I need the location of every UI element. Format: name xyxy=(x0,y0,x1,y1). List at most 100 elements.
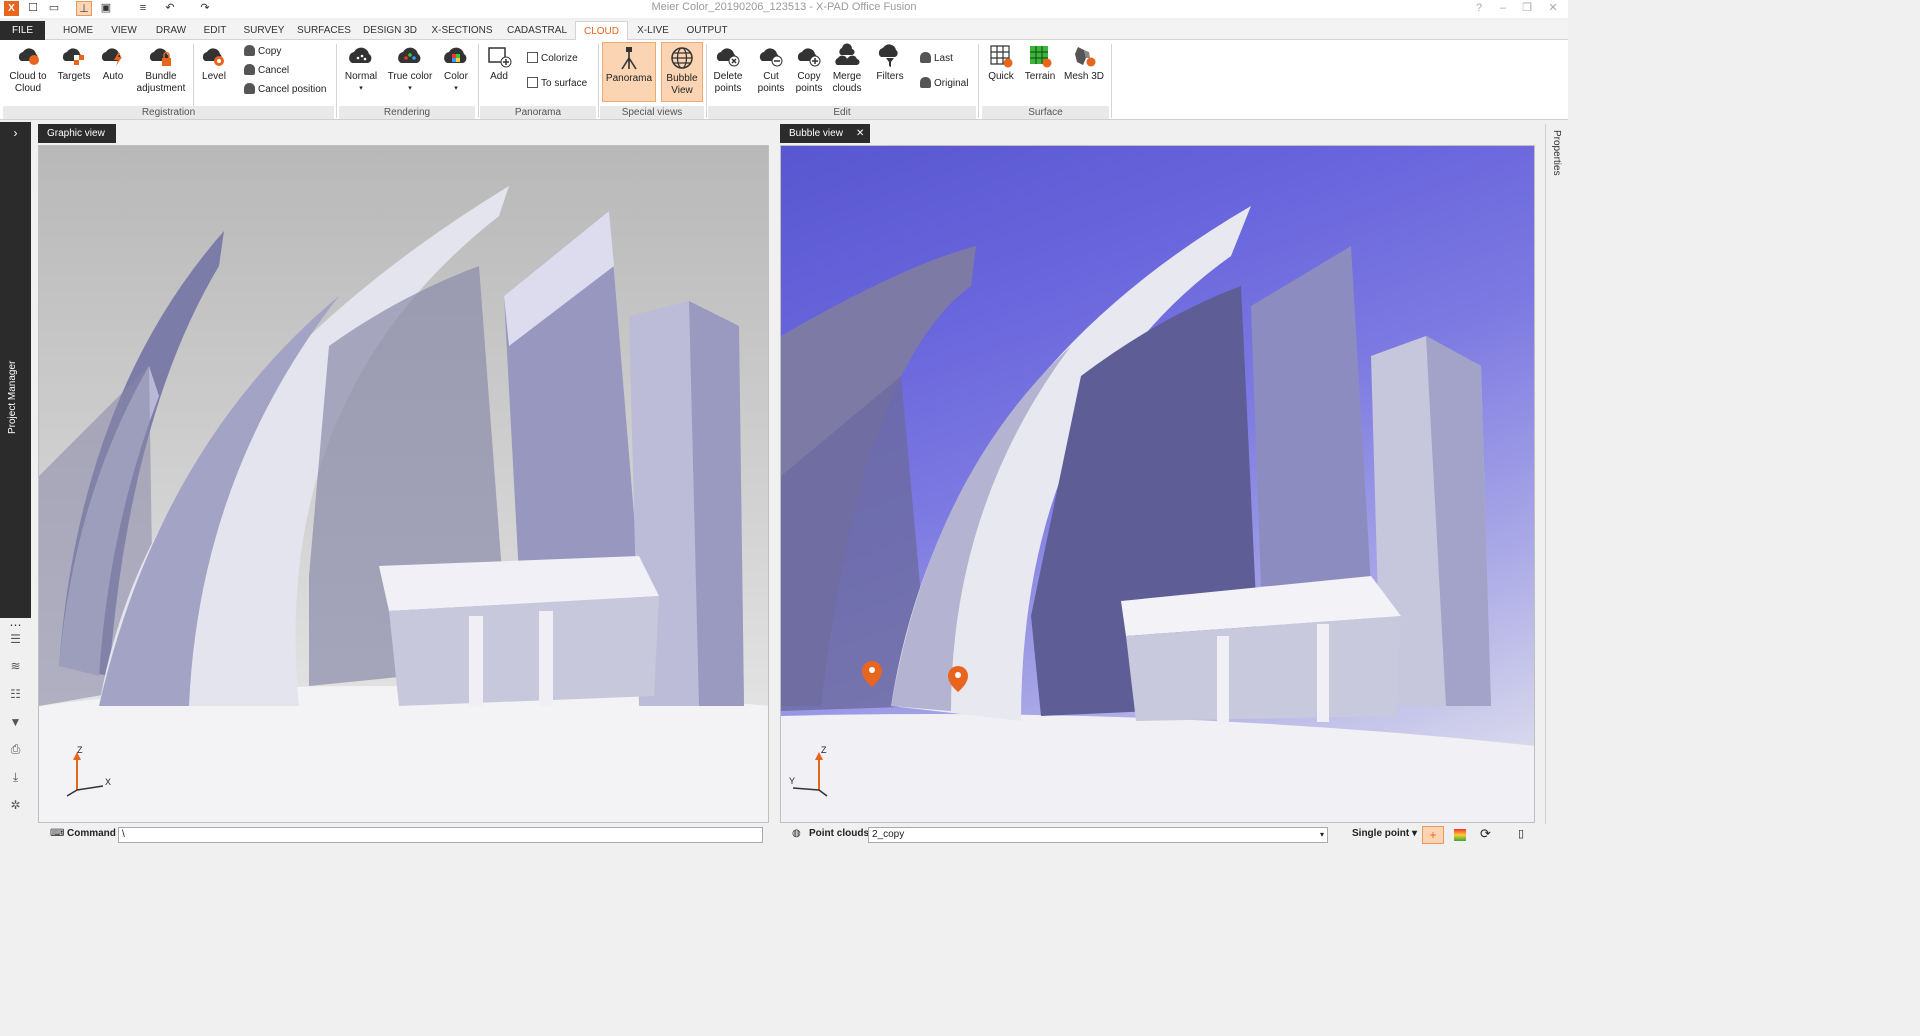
chevron-down-icon: ▾ xyxy=(454,85,458,92)
delete-points-button[interactable]: Delete points xyxy=(710,43,746,95)
bubble-view-label: Bubble View xyxy=(666,73,698,96)
mesh-3d-button[interactable]: Mesh 3D xyxy=(1063,43,1105,83)
expand-panel-icon[interactable]: › xyxy=(0,122,31,144)
chevron-down-icon: ▾ xyxy=(408,85,412,92)
point-cloud-select[interactable]: 2_copy ▾ xyxy=(868,827,1328,843)
tab-view[interactable]: VIEW xyxy=(104,21,144,40)
page-icon[interactable]: ▯ xyxy=(1518,827,1524,840)
merge-clouds-label: Merge clouds xyxy=(832,71,862,94)
ribbon-panel: Cloud to Cloud Targets Auto Bundle adjus… xyxy=(0,40,1568,120)
tab-draw[interactable]: DRAW xyxy=(150,21,192,40)
tab-file[interactable]: FILE xyxy=(0,21,45,40)
cloud-to-cloud-icon xyxy=(18,48,39,65)
point-cloud-selected: 2_copy xyxy=(872,829,905,840)
color-icon xyxy=(444,47,467,63)
copy-points-button[interactable]: Copy points xyxy=(791,43,827,95)
delete-points-label: Delete points xyxy=(713,71,743,94)
separator xyxy=(706,44,707,118)
group-label-rendering: Rendering xyxy=(339,106,475,119)
tab-graphic-view[interactable]: Graphic view xyxy=(38,124,116,143)
bubble-view-viewport[interactable]: Z Y xyxy=(780,145,1535,823)
merge-clouds-button[interactable]: Merge clouds xyxy=(829,43,865,95)
to-surface-button[interactable]: To surface xyxy=(527,76,587,92)
bundle-adjustment-button[interactable]: Bundle adjustment xyxy=(134,43,188,95)
group-label-registration: Registration xyxy=(3,106,334,119)
tab-design-3d[interactable]: DESIGN 3D xyxy=(361,21,419,40)
normal-render-button[interactable]: Normal ▾ xyxy=(341,43,381,95)
last-button[interactable]: Last xyxy=(920,51,953,67)
layers-icon[interactable]: ☰ xyxy=(8,632,23,647)
group-label-special-views: Special views xyxy=(600,106,704,119)
tab-output[interactable]: OUTPUT xyxy=(681,21,733,40)
mesh-3d-icon xyxy=(1075,47,1096,67)
original-button[interactable]: Original xyxy=(920,76,968,92)
pick-mode-dropdown[interactable]: Single point ▾ xyxy=(1352,828,1417,839)
minimize-button[interactable]: – xyxy=(1494,1,1512,16)
point-cloud-render[interactable] xyxy=(39,146,769,823)
to-surface-label: To surface xyxy=(541,78,588,89)
project-manager-panel[interactable]: Project Manager xyxy=(0,144,31,618)
help-icon[interactable]: ? xyxy=(1470,1,1488,16)
axis-x-label: X xyxy=(105,777,112,787)
axis-y-label: Y xyxy=(789,776,796,786)
command-bar: ⌨ Command \ xyxy=(38,825,769,845)
original-label: Original xyxy=(934,78,969,89)
close-button[interactable]: ✕ xyxy=(1544,1,1562,16)
copy-label: Copy xyxy=(258,46,282,57)
filters-button[interactable]: Filters xyxy=(873,43,907,83)
color-button[interactable]: Color ▾ xyxy=(438,43,474,95)
auto-button[interactable]: Auto xyxy=(97,43,129,83)
pick-mode-label: Single point xyxy=(1352,828,1410,839)
axis-gizmo xyxy=(792,752,828,797)
stack-icon[interactable]: ≋ xyxy=(8,659,23,674)
quick-label: Quick xyxy=(988,71,1014,82)
cancel-position-button[interactable]: Cancel position xyxy=(244,82,326,98)
list-icon[interactable]: ☷ xyxy=(8,687,23,702)
auto-registration-icon xyxy=(101,48,122,66)
panorama-view-button[interactable]: Panorama xyxy=(602,42,656,102)
colorize-button[interactable]: Colorize xyxy=(527,51,578,67)
targets-button[interactable]: Targets xyxy=(55,43,93,83)
print-icon[interactable]: ⎙ xyxy=(8,742,23,757)
cancel-button[interactable]: Cancel xyxy=(244,63,289,79)
download-icon[interactable]: ⤓ xyxy=(8,770,23,785)
crosshair-icon[interactable]: + xyxy=(1422,826,1444,844)
cancel-position-label: Cancel position xyxy=(258,84,327,95)
level-button[interactable]: Level xyxy=(197,43,231,83)
tab-x-sections[interactable]: X-SECTIONS xyxy=(429,21,495,40)
tab-edit[interactable]: EDIT xyxy=(197,21,233,40)
true-color-button[interactable]: True color ▾ xyxy=(386,43,434,95)
properties-sidebar[interactable]: Properties xyxy=(1545,124,1568,824)
merge-clouds-icon xyxy=(835,43,860,66)
copy-button[interactable]: Copy xyxy=(244,44,281,60)
color-scale-icon[interactable] xyxy=(1454,829,1466,841)
network-icon[interactable]: ✲ xyxy=(8,798,23,813)
refresh-icon[interactable]: ⟳ xyxy=(1480,826,1491,842)
normal-label: Normal xyxy=(344,71,378,82)
add-panorama-button[interactable]: Add xyxy=(482,43,516,83)
bubble-view-button[interactable]: Bubble View xyxy=(661,42,703,102)
group-label-surface: Surface xyxy=(982,106,1109,119)
to-surface-icon xyxy=(527,77,538,88)
tab-survey[interactable]: SURVEY xyxy=(238,21,290,40)
filter-icon[interactable]: ▼ xyxy=(8,715,23,730)
tab-cadastral[interactable]: CADASTRAL xyxy=(504,21,570,40)
colorize-icon xyxy=(527,52,538,63)
restore-button[interactable]: ❐ xyxy=(1518,1,1536,16)
command-input[interactable]: \ xyxy=(118,827,763,843)
bundle-adjustment-icon xyxy=(149,48,171,66)
tab-x-live[interactable]: X-LIVE xyxy=(632,21,674,40)
true-color-icon xyxy=(398,47,421,63)
panorama-image[interactable] xyxy=(781,146,1535,823)
cut-points-button[interactable]: Cut points xyxy=(754,43,788,95)
tab-bubble-view[interactable]: Bubble view ✕ xyxy=(780,124,870,143)
tab-home[interactable]: HOME xyxy=(56,21,100,40)
quick-surface-button[interactable]: Quick xyxy=(984,43,1018,83)
tab-surfaces[interactable]: SURFACES xyxy=(294,21,354,40)
terrain-button[interactable]: Terrain xyxy=(1023,43,1057,83)
close-icon[interactable]: ✕ xyxy=(856,124,864,143)
cloud-to-cloud-button[interactable]: Cloud to Cloud xyxy=(5,43,51,95)
tab-cloud[interactable]: CLOUD xyxy=(575,21,628,41)
cancel-position-icon xyxy=(244,83,255,94)
graphic-view-viewport[interactable]: Z X xyxy=(38,145,769,823)
